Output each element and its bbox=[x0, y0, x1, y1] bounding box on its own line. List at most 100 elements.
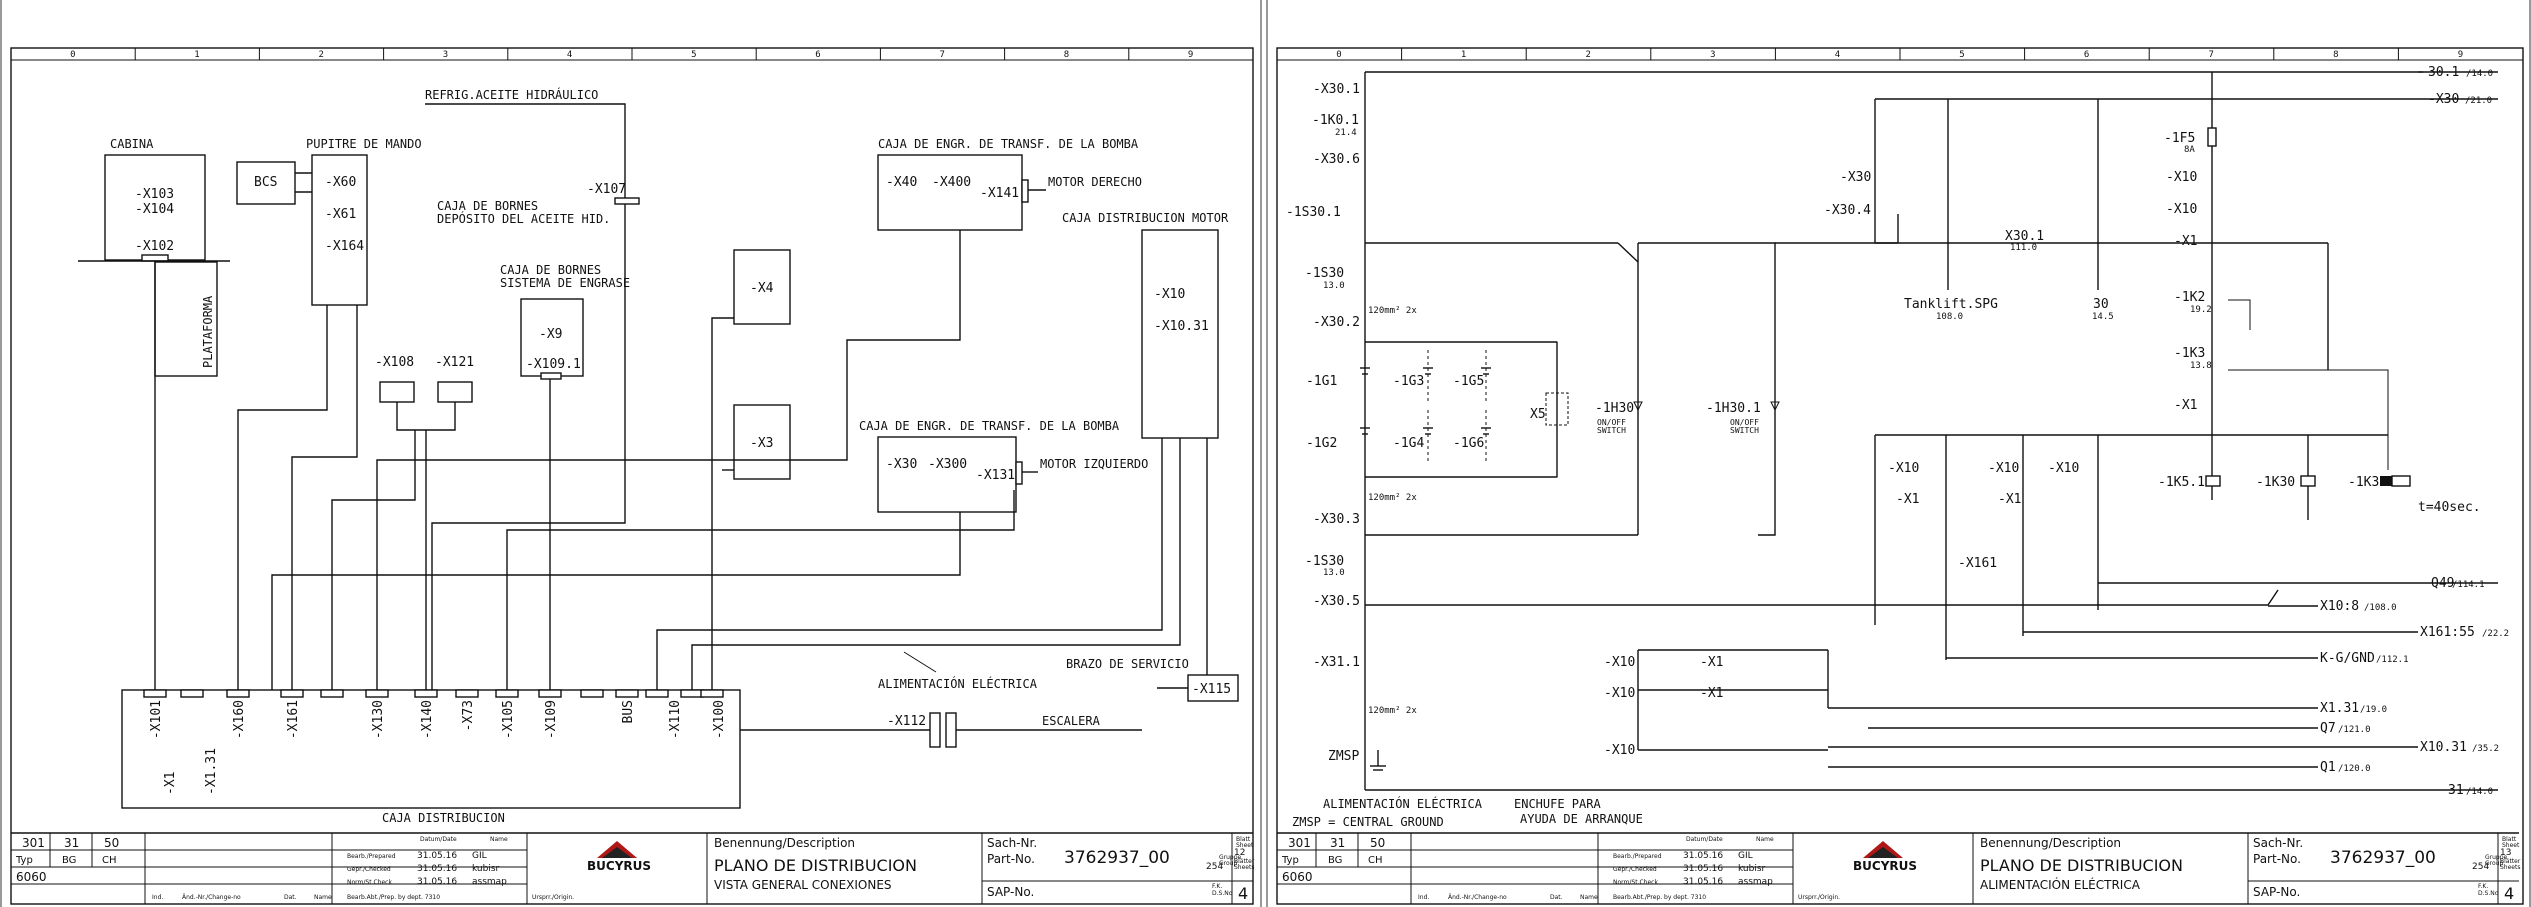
title-block-text: 254 bbox=[1206, 862, 1223, 872]
n30-ref: 14.5 bbox=[2092, 312, 2114, 322]
k30-label: -1K30 bbox=[2256, 475, 2295, 490]
title-block-text: Typ bbox=[1281, 855, 1299, 866]
h30-label: -1H30 bbox=[1595, 401, 1634, 416]
x121-box[interactable] bbox=[437, 381, 473, 403]
connector-pin[interactable] bbox=[538, 689, 562, 698]
title-block-text: Änd.-Nr./Change-no bbox=[1448, 894, 1507, 901]
title-block-text: 6060 bbox=[16, 870, 47, 884]
x16155-ref: /22.2 bbox=[2482, 629, 2509, 639]
x161-label: -X161 bbox=[1958, 556, 1997, 571]
connector-pin[interactable] bbox=[680, 689, 704, 698]
title-block-text: Benennung/Description bbox=[714, 836, 855, 850]
title-block-text: Sheets bbox=[1234, 864, 1254, 871]
motor-izquierdo-label: MOTOR IZQUIERDO bbox=[1040, 457, 1148, 471]
title-block-text: D.S.No bbox=[1212, 890, 1233, 897]
ruler-number: 0 bbox=[1336, 50, 1341, 60]
plataforma-label: PLATAFORMA bbox=[201, 295, 215, 368]
connector-pin[interactable] bbox=[143, 689, 167, 698]
title-block-text: Änd.-Nr./Change-no bbox=[182, 894, 241, 901]
ruler-number: 9 bbox=[2458, 50, 2463, 60]
connector-pin[interactable] bbox=[320, 689, 344, 698]
engrase1-label: CAJA DE BORNES bbox=[500, 263, 601, 277]
title-block-text: BG bbox=[1328, 855, 1342, 866]
pupitre-label: PUPITRE DE MANDO bbox=[306, 137, 422, 151]
ruler-number: 3 bbox=[443, 50, 448, 60]
ruler-number: 1 bbox=[1461, 50, 1466, 60]
engr1-label: CAJA DE ENGR. DE TRANSF. DE LA BOMBA bbox=[878, 137, 1139, 151]
bucyrus-logo: BUCYRUS bbox=[587, 841, 651, 873]
x301b-ref: 111.0 bbox=[2010, 243, 2037, 253]
t301-ref: /14.0 bbox=[2466, 69, 2493, 79]
connector-pin[interactable] bbox=[180, 689, 204, 698]
connector-pin[interactable] bbox=[700, 689, 724, 698]
ruler-number: 4 bbox=[1835, 50, 1840, 60]
title-block-text: 31 bbox=[1330, 836, 1345, 850]
connector-pin[interactable] bbox=[645, 689, 669, 698]
cable1-label: 120mm² 2x bbox=[1368, 306, 1417, 316]
ruler-number: 9 bbox=[1188, 50, 1193, 60]
drawing-frame bbox=[1276, 47, 2524, 905]
connector-pin[interactable] bbox=[580, 689, 604, 698]
x5-label: X5 bbox=[1530, 407, 1546, 422]
ruler-number: 7 bbox=[940, 50, 945, 60]
x131-label: -X1.31 bbox=[204, 748, 219, 795]
connector-pin[interactable] bbox=[495, 689, 519, 698]
g2-label: -1G2 bbox=[1306, 436, 1337, 451]
title-block-text: Sach-Nr. bbox=[987, 836, 1037, 850]
x1031-label: X10.31 bbox=[2420, 740, 2467, 755]
title-block-text: Ind. bbox=[1418, 894, 1429, 901]
x303-label: -X30.3 bbox=[1313, 512, 1360, 527]
title-block-text: Name bbox=[314, 894, 332, 901]
x305-label: -X30.5 bbox=[1313, 594, 1360, 609]
ruler-number: 6 bbox=[2084, 50, 2089, 60]
connector-pin[interactable] bbox=[414, 689, 438, 698]
g4-label: -1G4 bbox=[1393, 436, 1424, 451]
k101-ref: 21.4 bbox=[1335, 128, 1357, 138]
k3a-ref: 13.8 bbox=[2190, 361, 2212, 371]
title-block-text: Benennung/Description bbox=[1980, 836, 2121, 850]
x164-label: -X164 bbox=[325, 239, 364, 254]
connector-pin[interactable] bbox=[365, 689, 389, 698]
x10101-label: -X10 bbox=[2166, 202, 2197, 217]
cajabornes1-label: CAJA DE BORNES bbox=[437, 199, 538, 213]
title-block-text: 31.05.16 bbox=[417, 864, 457, 874]
x108-box[interactable] bbox=[379, 381, 415, 403]
column-ruler: 0 1 2 3 4 5 6 7 8 9 bbox=[70, 48, 1193, 60]
x60-label: -X60 bbox=[325, 175, 356, 190]
ruler-number: 8 bbox=[1064, 50, 1069, 60]
title-block-text: Sheets bbox=[2500, 864, 2520, 871]
g6-label: -1G6 bbox=[1453, 436, 1484, 451]
connector-pin[interactable] bbox=[455, 689, 479, 698]
alim-label: ALIMENTACIÓN ELÉCTRICA bbox=[1323, 796, 1483, 811]
x302-label: -X30.2 bbox=[1313, 315, 1360, 330]
s301-label: -1S30.1 bbox=[1286, 205, 1341, 220]
ruler-number: 8 bbox=[2333, 50, 2338, 60]
connector-label: -X130 bbox=[371, 700, 386, 739]
x1091-label: -X109.1 bbox=[526, 357, 581, 372]
connector-pin[interactable] bbox=[615, 689, 639, 698]
q49-label: Q49 bbox=[2431, 576, 2454, 591]
x104-label: -X104 bbox=[135, 202, 174, 217]
x13-label: -X1 bbox=[1700, 655, 1723, 670]
x304-label: -X30.4 bbox=[1824, 203, 1871, 218]
switch-label: SWITCH bbox=[1597, 426, 1626, 435]
s303-ref: 13.0 bbox=[1323, 568, 1345, 578]
x300-label: -X300 bbox=[928, 457, 967, 472]
connector-pin[interactable] bbox=[280, 689, 304, 698]
bucyrus-logo: BUCYRUS bbox=[1853, 841, 1917, 873]
part-number: 3762937_00 bbox=[1064, 848, 1170, 868]
n31-label: 31 bbox=[2448, 783, 2464, 798]
x131-label: X1.31 bbox=[2320, 701, 2359, 716]
ruler-number: 7 bbox=[2209, 50, 2214, 60]
ruler-number: 2 bbox=[319, 50, 324, 60]
title-block-text: Part-No. bbox=[987, 852, 1035, 866]
version-number: 4 bbox=[2504, 884, 2514, 903]
h301-label: -1H30.1 bbox=[1706, 401, 1761, 416]
q7-label: Q7 bbox=[2320, 721, 2336, 736]
caja-dist-motor-box[interactable] bbox=[1141, 229, 1219, 439]
x4-label: -X4 bbox=[750, 281, 774, 296]
title-block-text: Ursprr./Origin. bbox=[1798, 894, 1840, 901]
title-block-text: BG bbox=[62, 855, 76, 866]
connector-pin[interactable] bbox=[226, 689, 250, 698]
title-block-text: 31.05.16 bbox=[1683, 864, 1723, 874]
